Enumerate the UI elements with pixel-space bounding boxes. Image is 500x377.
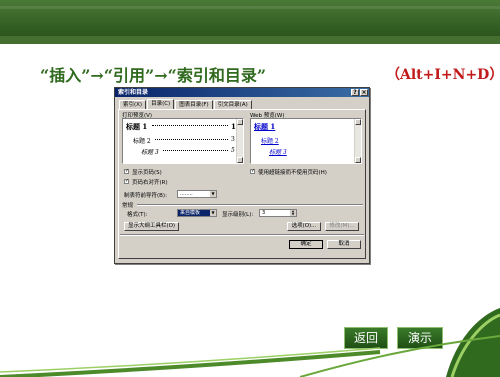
green-swoosh-decoration xyxy=(0,308,500,377)
